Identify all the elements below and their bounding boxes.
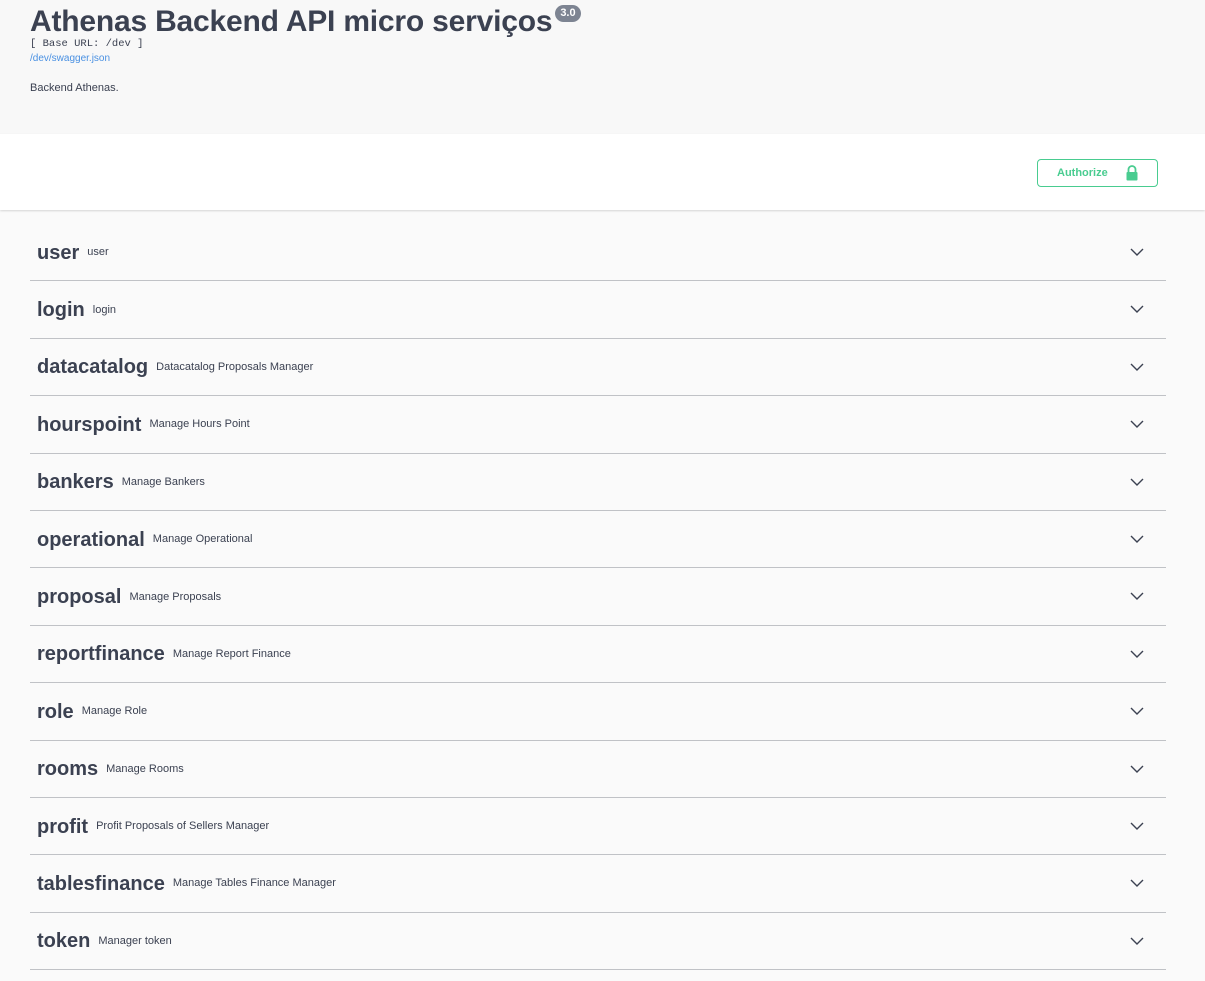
tag-name: proposal: [37, 586, 122, 609]
tag-section-tablesfinance[interactable]: tablesfinance Manage Tables Finance Manag…: [30, 855, 1166, 913]
tag-section-rooms[interactable]: rooms Manage Rooms: [30, 741, 1166, 798]
tag-description: Manage Tables Finance Manager: [172, 877, 336, 890]
tag-name: bankers: [37, 471, 114, 494]
tag-name: hourspoint: [37, 413, 142, 436]
tag-name: profit: [37, 815, 89, 838]
chevron-down-icon[interactable]: [1130, 245, 1144, 259]
authorize-label: Authorize: [1057, 167, 1108, 179]
tag-description: Manage Report Finance: [172, 647, 291, 660]
tag-name: role: [37, 700, 74, 723]
tag-section-role[interactable]: role Manage Role: [30, 683, 1166, 741]
tag-list: user user login login datacatalog Datacatalog…: [30, 224, 1166, 971]
tag-description: Manager token: [98, 934, 172, 947]
tag-description: Manage Operational: [152, 533, 253, 546]
tag-name: user: [37, 241, 80, 264]
chevron-down-icon[interactable]: [1130, 934, 1144, 948]
tag-name: reportfinance: [37, 643, 165, 666]
tag-section-operational[interactable]: operational Manage Operational: [30, 511, 1166, 569]
tag-description: Manage Proposals: [129, 590, 222, 603]
page-title: Athenas Backend API micro serviços: [30, 5, 553, 38]
chevron-down-icon[interactable]: [1130, 589, 1144, 603]
base-url: [ Base URL: /dev ]: [30, 38, 144, 50]
tag-section-token[interactable]: token Manager token: [30, 913, 1166, 971]
tag-name: token: [37, 930, 91, 953]
tag-name: tablesfinance: [37, 872, 165, 895]
chevron-down-icon[interactable]: [1130, 647, 1144, 661]
tag-description: Datacatalog Proposals Manager: [156, 360, 314, 373]
tag-section-hourspoint[interactable]: hourspoint Manage Hours Point: [30, 396, 1166, 454]
tag-description: Profit Proposals of Sellers Manager: [96, 820, 270, 833]
tag-name: datacatalog: [37, 356, 149, 379]
authorize-button[interactable]: Authorize: [1037, 159, 1158, 187]
tag-section-datacatalog[interactable]: datacatalog Datacatalog Proposals Manager: [30, 339, 1166, 397]
chevron-down-icon[interactable]: [1130, 302, 1144, 316]
tag-section-user[interactable]: user user: [30, 224, 1166, 282]
tag-name: operational: [37, 528, 145, 551]
chevron-down-icon[interactable]: [1130, 360, 1144, 374]
scheme-container: Authorize: [0, 134, 1205, 210]
chevron-down-icon[interactable]: [1130, 704, 1144, 718]
tag-section-profit[interactable]: profit Profit Proposals of Sellers Manage…: [30, 798, 1166, 856]
tag-section-reportfinance[interactable]: reportfinance Manage Report Finance: [30, 626, 1166, 684]
chevron-down-icon[interactable]: [1130, 819, 1144, 833]
tag-section-login[interactable]: login login: [30, 281, 1166, 339]
tag-section-bankers[interactable]: bankers Manage Bankers: [30, 454, 1166, 511]
api-info-section: Athenas Backend API micro serviços 3.0 […: [0, 0, 1205, 134]
tag-description: user: [87, 246, 109, 259]
tag-description: Manage Rooms: [106, 762, 184, 775]
version-badge: 3.0: [555, 5, 581, 22]
swagger-json-link[interactable]: /dev/swagger.json: [30, 53, 110, 64]
title-row: Athenas Backend API micro serviços 3.0: [30, 2, 581, 42]
tag-name: rooms: [37, 758, 99, 781]
tag-description: Manage Role: [81, 705, 148, 718]
chevron-down-icon[interactable]: [1130, 417, 1144, 431]
lock-icon: [1126, 165, 1138, 181]
chevron-down-icon[interactable]: [1130, 475, 1144, 489]
chevron-down-icon[interactable]: [1130, 532, 1144, 546]
tag-name: login: [37, 299, 85, 322]
tag-description: login: [92, 303, 117, 316]
tag-description: Manage Hours Point: [149, 418, 250, 431]
chevron-down-icon[interactable]: [1130, 876, 1144, 890]
tag-section-proposal[interactable]: proposal Manage Proposals: [30, 568, 1166, 626]
tag-description: Manage Bankers: [121, 475, 205, 488]
api-description: Backend Athenas.: [30, 82, 119, 94]
chevron-down-icon[interactable]: [1130, 762, 1144, 776]
